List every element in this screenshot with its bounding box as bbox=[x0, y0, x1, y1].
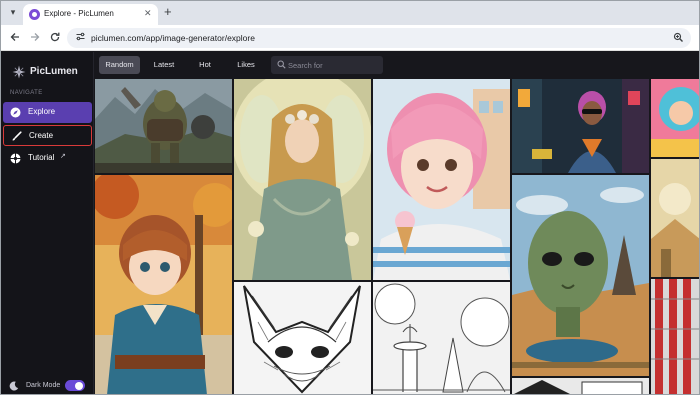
surreal-scene-image bbox=[651, 159, 699, 277]
orc-warrior-image bbox=[95, 79, 232, 173]
sidebar-item-label: Tutorial bbox=[28, 153, 55, 162]
external-link-icon: ↗ bbox=[60, 153, 66, 160]
filter-random[interactable]: Random bbox=[99, 56, 140, 74]
search-input[interactable] bbox=[288, 56, 378, 74]
fairy-woman-image bbox=[234, 79, 371, 280]
address-bar[interactable]: piclumen.com/app/image-generator/explore bbox=[67, 28, 691, 48]
filter-latest[interactable]: Latest bbox=[145, 56, 183, 74]
browser-tab-bar: ▾ Explore - PicLumen ✕ + bbox=[1, 1, 699, 25]
browser-tab[interactable]: Explore - PicLumen ✕ bbox=[23, 4, 158, 25]
surreal-alien-image bbox=[512, 175, 649, 376]
sidebar-item-create[interactable]: Create bbox=[3, 125, 92, 146]
gallery-card-red-facade[interactable] bbox=[651, 279, 699, 394]
sidebar-item-label: Create bbox=[29, 131, 54, 140]
sidebar: PicLumen NAVIGATE Explore Create Tutoria… bbox=[1, 52, 94, 394]
search-icon bbox=[277, 60, 286, 69]
piclumen-logo-icon bbox=[12, 65, 26, 79]
gallery-card-fairy[interactable] bbox=[234, 79, 371, 280]
url-text: piclumen.com/app/image-generator/explore bbox=[91, 33, 255, 43]
gallery-card-surreal-scene[interactable] bbox=[651, 159, 699, 277]
gallery-card-colorful-portrait[interactable] bbox=[651, 79, 699, 157]
tab-list-icon[interactable]: ▾ bbox=[6, 5, 20, 19]
gallery-card-neon-city[interactable] bbox=[512, 79, 649, 173]
nav-section-label: NAVIGATE bbox=[10, 90, 43, 96]
sidebar-item-label: Explore bbox=[28, 107, 56, 116]
toggle-switch[interactable] bbox=[65, 380, 85, 391]
image-gallery bbox=[95, 79, 699, 394]
browser-toolbar: piclumen.com/app/image-generator/explore bbox=[1, 25, 699, 51]
building-image bbox=[512, 378, 649, 394]
back-icon[interactable] bbox=[9, 31, 21, 43]
explore-main: Random Latest Hot Likes bbox=[95, 52, 699, 394]
filter-hot[interactable]: Hot bbox=[189, 56, 221, 74]
anime-girl-image bbox=[95, 175, 232, 394]
gallery-card-alien[interactable] bbox=[512, 175, 649, 376]
gallery-card-orc[interactable] bbox=[95, 79, 232, 173]
gallery-card-fox-lineart[interactable] bbox=[234, 282, 371, 394]
gallery-card-ice-cream-girl[interactable] bbox=[373, 79, 510, 280]
gallery-card-anime-girl[interactable] bbox=[95, 175, 232, 394]
tab-title: Explore - PicLumen bbox=[44, 9, 114, 18]
dark-mode-label: Dark Mode bbox=[26, 382, 61, 389]
pink-hair-girl-image bbox=[373, 79, 510, 280]
gallery-card-building[interactable] bbox=[512, 378, 649, 394]
new-tab-button[interactable]: + bbox=[164, 4, 172, 20]
zoom-icon[interactable] bbox=[673, 32, 684, 43]
tutorial-icon bbox=[10, 153, 21, 164]
brush-icon bbox=[12, 131, 22, 141]
compass-icon bbox=[10, 107, 21, 118]
forward-icon[interactable] bbox=[29, 31, 41, 43]
tab-close-icon[interactable]: ✕ bbox=[144, 8, 152, 19]
logo-text: PicLumen bbox=[30, 66, 78, 77]
gallery-card-fountain-lineart[interactable] bbox=[373, 282, 510, 394]
screen: ▾ Explore - PicLumen ✕ + piclumen.com/ap… bbox=[0, 0, 700, 395]
moon-icon bbox=[9, 381, 19, 391]
reload-icon[interactable] bbox=[49, 31, 61, 43]
fountain-lineart-image bbox=[373, 282, 510, 394]
fox-lineart-image bbox=[234, 282, 371, 394]
filter-likes[interactable]: Likes bbox=[227, 56, 265, 74]
dark-mode-toggle[interactable]: Dark Mode bbox=[9, 380, 89, 393]
search-box[interactable] bbox=[271, 56, 383, 74]
neon-city-woman-image bbox=[512, 79, 649, 173]
sidebar-item-tutorial[interactable]: Tutorial ↗ bbox=[3, 148, 92, 169]
site-info-icon[interactable] bbox=[75, 31, 86, 42]
colorful-portrait-image bbox=[651, 79, 699, 157]
sidebar-item-explore[interactable]: Explore bbox=[3, 102, 92, 123]
red-facade-image bbox=[651, 279, 699, 394]
toggle-knob bbox=[75, 381, 83, 390]
piclumen-favicon-icon bbox=[29, 9, 40, 20]
